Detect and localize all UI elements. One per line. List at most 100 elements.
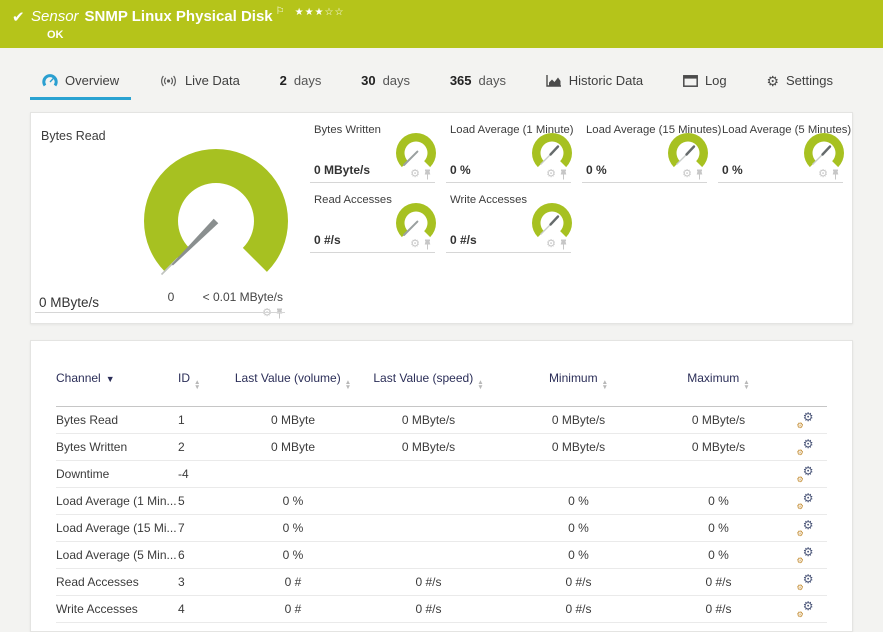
maximum-value: 0 #/s [705,575,732,589]
gauge-label: Write Accesses [450,194,528,206]
minimum-value: 0 % [568,521,589,535]
gauge-pin-icon[interactable] [559,239,568,250]
gauge-value: 0 #/s [314,233,341,247]
channel-id: -4 [178,467,189,481]
maximum-value: 0 % [708,548,729,562]
gauge-pin-icon[interactable] [275,308,284,319]
gauge-value: 0 % [450,163,471,177]
channel-id: 6 [178,548,185,562]
tab-log[interactable]: Log [671,60,739,100]
gauge-needle [540,215,560,235]
channel-name: Load Average (5 Min... [56,548,177,562]
channel-settings-icon[interactable]: ⚙ ⚙ [796,491,814,511]
column-header[interactable]: Channel ▼ [56,371,178,387]
channel-name: Write Accesses [56,602,138,616]
gear-icon: ⚙ [802,463,814,478]
gear-icon: ⚙ [802,544,814,559]
table-row[interactable]: Write Accesses 4 0 # 0 #/s 0 #/s 0 #/s ⚙… [56,596,827,623]
gauge-gear-icon[interactable]: ⚙ [262,308,272,319]
gear-icon: ⚙ [802,598,814,613]
tab-settings[interactable]: ⚙ Settings [754,60,845,100]
table-header-row: Channel ▼ ID ▲ ▼ Last Value (volume) ▲ ▼ Last… [56,371,827,407]
channel-settings-icon[interactable]: ⚙ ⚙ [797,572,814,592]
gear-icon: ⚙ [802,517,814,532]
column-header[interactable]: Last Value (speed) ▲ ▼ [356,371,501,391]
small-gauge[interactable]: Bytes Written 0 MByte/s ⚙ [308,113,444,183]
sort-icon: ▲ ▼ [194,379,201,391]
gauges-panel: Bytes Read 0 < 0.01 MByte/s 0 MByte/s ⚙ … [30,112,853,324]
tab-overview[interactable]: Overview [30,60,132,100]
channel-settings-icon[interactable]: ⚙ ⚙ [797,517,814,538]
column-header[interactable]: ID ▲ ▼ [178,371,230,391]
tab-365-days[interactable]: 365 days [438,60,518,100]
channel-name: Bytes Read [56,413,119,427]
tab-bar: Overview Live Data 2 days 30 days 365 days … [0,60,883,100]
column-header[interactable]: Last Value (volume) ▲ ▼ [230,371,356,391]
gauge-value: 0 #/s [450,233,477,247]
gauge-needle [540,145,560,165]
minimum-value: 0 #/s [565,575,592,589]
gear-icon: ⚙ [796,501,804,511]
last-value-speed: 0 #/s [415,575,442,589]
channel-id: 2 [178,440,185,454]
gauge-pin-icon[interactable] [695,169,704,180]
table-row[interactable]: Read Accesses 3 0 # 0 #/s 0 #/s 0 #/s ⚙ … [56,569,827,596]
table-row[interactable]: Downtime -4 ⚙ ⚙ [56,461,827,488]
gauge-value: 0 MByte/s [314,163,371,177]
small-gauge[interactable]: Read Accesses 0 #/s ⚙ [308,183,444,253]
gear-icon: ⚙ [796,447,804,457]
table-row[interactable]: Load Average (1 Min... 5 0 % 0 % 0 % ⚙ ⚙ [56,488,827,515]
check-ok-icon: ✔ [12,9,25,26]
sensor-title: SNMP Linux Physical Disk [84,8,273,25]
gear-icon: ⚙ [802,409,814,424]
gauge-pin-icon[interactable] [559,169,568,180]
table-row[interactable]: Load Average (15 Mi... 7 0 % 0 % 0 % ⚙ ⚙ [56,515,827,542]
channel-id: 5 [178,494,185,508]
last-value-speed: 0 MByte/s [401,440,456,454]
channel-id: 1 [178,413,185,427]
maximum-value: 0 #/s [705,602,732,616]
gauge-gear-icon[interactable]: ⚙ [410,239,420,250]
gauge-gear-icon[interactable]: ⚙ [682,169,692,180]
gauge-pin-icon[interactable] [423,169,432,180]
table-row[interactable]: Bytes Written 2 0 MByte 0 MByte/s 0 MByt… [56,434,827,461]
small-gauge[interactable]: Load Average (15 Minutes) 0 % ⚙ [580,113,721,183]
last-value-speed: 0 #/s [415,602,442,616]
channel-settings-icon[interactable]: ⚙ ⚙ [797,598,814,619]
star-rating[interactable]: ★★★☆☆ [295,7,345,18]
gauge-scale-max: < 0.01 MByte/s [202,290,283,304]
gauge-pin-icon[interactable] [423,239,432,250]
gauge-gear-icon[interactable]: ⚙ [410,169,420,180]
live-data-icon [161,75,176,86]
sensor-status-bar: ✔ Sensor SNMP Linux Physical Disk ⚐ ★★★☆☆ O… [0,0,883,48]
flag-icon[interactable]: ⚐ [276,6,285,17]
small-gauge[interactable]: Write Accesses 0 #/s ⚙ [444,183,580,253]
column-header[interactable]: Maximum ▲ ▼ [656,371,781,391]
channel-settings-icon[interactable]: ⚙ ⚙ [797,463,814,484]
channel-settings-icon[interactable]: ⚙ ⚙ [796,437,814,457]
gauge-value: 0 % [586,163,607,177]
sort-icon: ▲ ▼ [344,379,352,391]
gauge-gear-icon[interactable]: ⚙ [546,239,556,250]
channel-name: Load Average (1 Min... [56,494,177,508]
small-gauge[interactable]: Load Average (1 Minute) 0 % ⚙ [444,113,580,183]
table-row[interactable]: Load Average (5 Min... 6 0 % 0 % 0 % ⚙ ⚙ [56,542,827,569]
table-row[interactable]: Bytes Read 1 0 MByte 0 MByte/s 0 MByte/s… [56,407,827,434]
tab-2-days[interactable]: 2 days [268,60,334,100]
channel-settings-icon[interactable]: ⚙ ⚙ [797,409,814,430]
sort-icon: ▲ ▼ [743,379,750,391]
minimum-value: 0 % [568,494,589,508]
channel-table-panel: Channel ▼ ID ▲ ▼ Last Value (volume) ▲ ▼ Last… [30,340,853,632]
tab-live-data[interactable]: Live Data [147,60,252,100]
column-header[interactable]: Minimum ▲ ▼ [501,371,656,391]
gauge-gear-icon[interactable]: ⚙ [546,169,556,180]
gauge-pin-icon[interactable] [831,169,840,180]
tab-30-days[interactable]: 30 days [349,60,422,100]
tab-historic-data[interactable]: Historic Data [534,60,655,100]
channel-name: Bytes Written [56,440,128,454]
maximum-value: 0 MByte/s [691,440,746,454]
small-gauge[interactable]: Load Average (5 Minutes) 0 % ⚙ [716,113,852,183]
channel-settings-icon[interactable]: ⚙ ⚙ [797,544,814,565]
gauge-gear-icon[interactable]: ⚙ [818,169,828,180]
main-gauge-bytes-read[interactable]: Bytes Read 0 < 0.01 MByte/s 0 MByte/s ⚙ [31,113,308,325]
